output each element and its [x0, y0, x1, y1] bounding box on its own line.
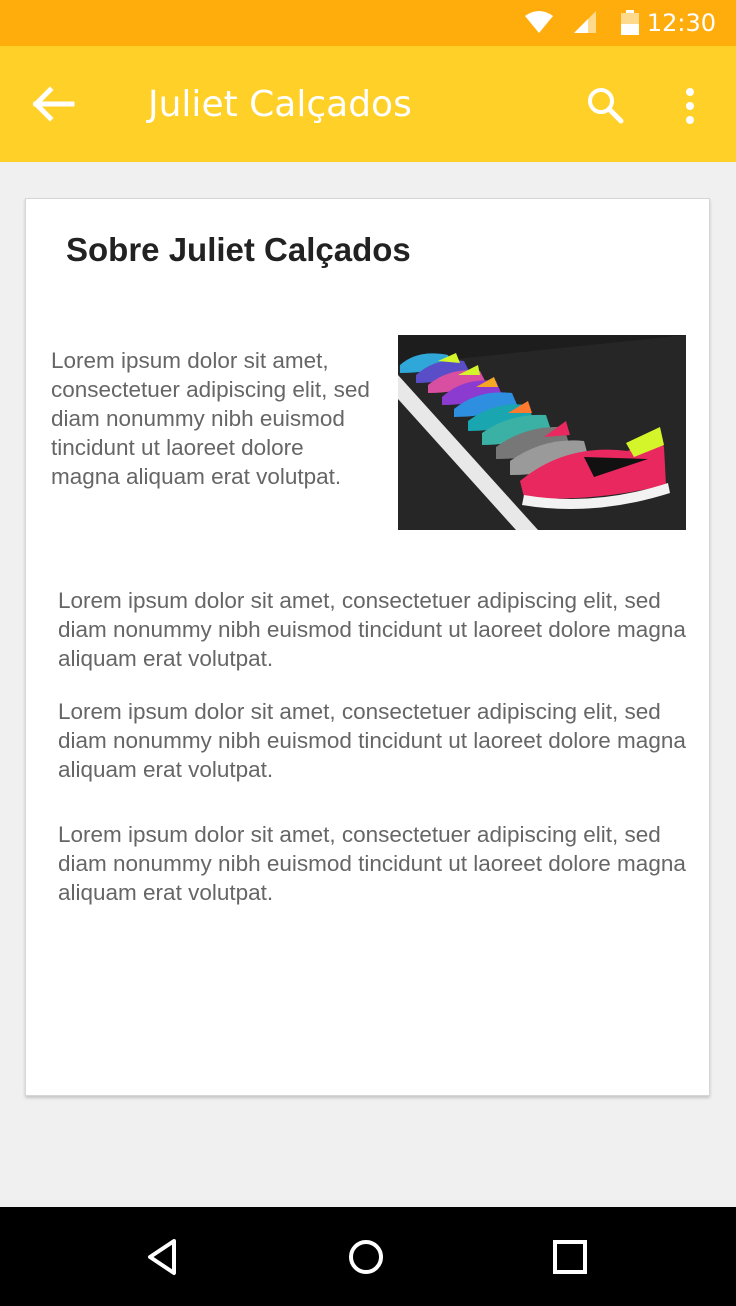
- navigation-bar: [0, 1207, 736, 1306]
- home-circle-icon[interactable]: [342, 1233, 390, 1281]
- intro-paragraph: Lorem ipsum dolor sit amet, consectetuer…: [51, 348, 370, 489]
- signal-icon: [574, 11, 596, 33]
- sneakers-photo: [398, 335, 686, 530]
- search-icon[interactable]: [584, 84, 626, 126]
- body-paragraph: Lorem ipsum dolor sit amet, consectetuer…: [58, 588, 686, 671]
- more-vert-icon[interactable]: [676, 86, 704, 126]
- about-card: Sobre Juliet Calçados Lorem ipsum dolor …: [25, 198, 710, 1096]
- body-paragraph: Lorem ipsum dolor sit amet, consectetuer…: [58, 699, 686, 782]
- app-bar: Juliet Calçados: [0, 46, 736, 162]
- recents-square-icon[interactable]: [546, 1233, 594, 1281]
- battery-icon: [621, 10, 639, 35]
- sneakers-illustration: [398, 335, 686, 530]
- card-title: Sobre Juliet Calçados: [66, 231, 411, 268]
- app-title: Juliet Calçados: [148, 84, 412, 125]
- status-bar: 12:30: [0, 0, 736, 46]
- back-arrow-icon[interactable]: [30, 84, 78, 124]
- body-paragraph: Lorem ipsum dolor sit amet, consectetuer…: [58, 822, 686, 905]
- status-time: 12:30: [646, 9, 716, 37]
- wifi-icon: [525, 11, 553, 33]
- back-triangle-icon[interactable]: [140, 1233, 188, 1281]
